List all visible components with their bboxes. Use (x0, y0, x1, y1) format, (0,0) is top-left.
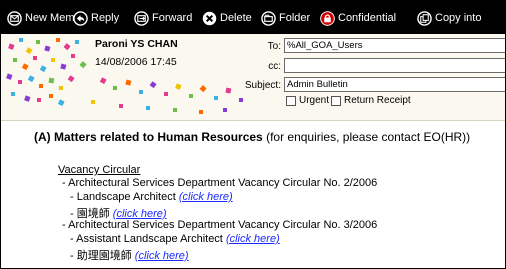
new-memo-button[interactable]: New Memo (7, 9, 81, 27)
post-2-en-link[interactable]: (click here) (226, 233, 280, 245)
return-receipt-label: Return Receipt (344, 95, 411, 106)
delete-icon (202, 11, 217, 26)
cc-label: cc: (268, 61, 281, 72)
circular-line-1: - Architectural Services Department Vaca… (62, 177, 378, 189)
section-heading: (A) Matters related to Human Resources (… (34, 130, 470, 144)
return-receipt-checkbox[interactable] (331, 95, 342, 106)
memo-header: Paroni YS CHAN 14/08/2006 17:45 To: %All… (1, 34, 505, 121)
to-field[interactable]: %All_GOA_Users (284, 38, 505, 53)
memo-body: (A) Matters related to Human Resources (… (1, 122, 505, 268)
sender-name: Paroni YS CHAN (95, 38, 178, 50)
delivery-options: Urgent Return Receipt (286, 95, 413, 106)
post-line-1-en: - Landscape Architect (click here) (70, 191, 233, 203)
action-toolbar: New Memo Reply Forward Delete Folder Con… (1, 1, 505, 34)
new-memo-icon (7, 10, 22, 26)
circular-line-2: - Architectural Services Department Vaca… (62, 219, 378, 231)
post-2-en-label: - Assistant Landscape Architect (70, 233, 223, 245)
reply-button[interactable]: Reply (73, 9, 119, 27)
urgent-label: Urgent (299, 95, 330, 106)
copy-into-icon (417, 10, 432, 26)
delete-button[interactable]: Delete (202, 9, 252, 27)
forward-label: Forward (152, 12, 193, 24)
cc-field[interactable] (284, 58, 505, 73)
subject-label: Subject: (244, 80, 281, 91)
post-1-en-label: - Landscape Architect (70, 191, 176, 203)
confidential-icon (320, 10, 335, 26)
forward-button[interactable]: Forward (134, 9, 192, 27)
folder-button[interactable]: Folder (261, 9, 310, 27)
section-heading-bold: (A) Matters related to Human Resources (34, 130, 263, 144)
folder-icon (261, 10, 276, 26)
subject-field[interactable]: Admin Bulletin (284, 77, 505, 92)
post-2-zh-link[interactable]: (click here) (135, 250, 189, 262)
section-heading-note: (for enquiries, please contact EO(HR)) (262, 130, 471, 144)
to-label: To: (267, 41, 281, 52)
forward-icon (134, 10, 149, 26)
post-2-zh-label: - 助理園境師 (70, 250, 132, 262)
post-line-2-en: - Assistant Landscape Architect (click h… (70, 233, 280, 245)
reply-icon (73, 10, 88, 26)
copy-into-button[interactable]: Copy into (417, 9, 481, 27)
folder-label: Folder (279, 12, 311, 24)
vacancy-circular-title: Vacancy Circular (58, 164, 141, 176)
mail-window: New Memo Reply Forward Delete Folder Con… (0, 0, 506, 269)
post-1-en-link[interactable]: (click here) (179, 191, 233, 203)
reply-label: Reply (91, 12, 120, 24)
delete-label: Delete (220, 12, 252, 24)
sent-date: 14/08/2006 17:45 (95, 56, 177, 68)
copy-into-label: Copy into (435, 12, 482, 24)
urgent-checkbox[interactable] (286, 95, 296, 106)
post-line-2-zh: - 助理園境師 (click here) (70, 247, 189, 263)
confidential-button[interactable]: Confidential (320, 9, 396, 27)
confidential-label: Confidential (338, 12, 397, 24)
